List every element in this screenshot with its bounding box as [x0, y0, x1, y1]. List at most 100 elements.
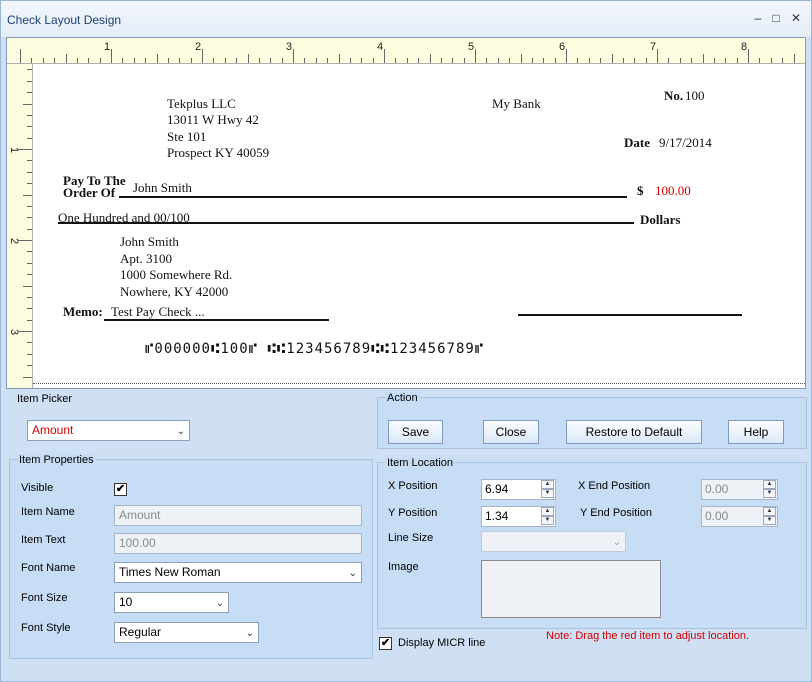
ruler-tick [27, 319, 32, 321]
ruler-tick [42, 58, 44, 63]
memo-label[interactable]: Memo: [63, 304, 103, 320]
ruler-tick [566, 49, 567, 63]
ruler-tick [270, 58, 272, 63]
item-text-label: Item Text [21, 534, 66, 546]
spin-up-icon[interactable]: ▲ [763, 480, 776, 489]
y-end-position-input[interactable]: 0.00 ▲ ▼ [701, 506, 778, 527]
ruler-tick [782, 58, 784, 63]
help-button[interactable]: Help [728, 420, 784, 444]
bank-name[interactable]: My Bank [492, 96, 541, 112]
ruler-label: 6 [559, 41, 566, 53]
item-name-field[interactable]: Amount [114, 505, 362, 526]
spin-down-icon[interactable]: ▼ [763, 489, 776, 498]
check-number-value[interactable]: 100 [685, 88, 705, 104]
ruler-label: 5 [468, 41, 475, 53]
ruler-tick [27, 137, 32, 139]
ruler-tick [372, 58, 374, 63]
minimize-icon[interactable]: – [749, 9, 767, 27]
ruler-tick [23, 376, 32, 378]
ruler-tick [111, 49, 112, 63]
spin-down-icon[interactable]: ▼ [541, 516, 554, 525]
memo-value[interactable]: Test Pay Check ... [111, 304, 205, 320]
ruler-tick [133, 58, 135, 63]
ruler-tick [531, 58, 533, 63]
ruler-tick [27, 353, 32, 355]
ruler-tick [497, 58, 499, 63]
font-size-label: Font Size [21, 592, 68, 604]
font-style-label: Font Style [21, 622, 71, 634]
amount-value[interactable]: 100.00 [655, 183, 691, 199]
y-position-input[interactable]: 1.34 ▲ ▼ [481, 506, 556, 527]
ruler-tick [622, 58, 624, 63]
font-name-select[interactable]: Times New Roman ⌄ [114, 562, 362, 583]
y-position-value: 1.34 [485, 509, 509, 523]
ruler-tick [145, 58, 147, 63]
ruler-tick [213, 58, 215, 63]
ruler-tick [486, 58, 488, 63]
check-number-label[interactable]: No. [664, 88, 683, 104]
image-label: Image [388, 561, 419, 573]
spin-up-icon[interactable]: ▲ [763, 507, 776, 516]
check-layout-window: Check Layout Design – □ ✕ 1 2 3 4 5 6 7 … [0, 0, 812, 682]
company-address-line[interactable]: 13011 W Hwy 42 [167, 112, 259, 128]
check-design-canvas[interactable]: 1 2 3 4 5 6 7 8 1 2 3 Tekplus LLC 13011 … [6, 37, 806, 389]
ruler-tick [27, 308, 32, 310]
ruler-tick [793, 54, 795, 63]
date-value[interactable]: 9/17/2014 [659, 135, 712, 151]
dollar-sign[interactable]: $ [637, 183, 644, 199]
signature-line[interactable] [518, 314, 742, 316]
close-button[interactable]: Close [483, 420, 539, 444]
item-picker-select[interactable]: Amount ⌄ [27, 420, 190, 441]
payee-address-line[interactable]: 1000 Somewhere Rd. [120, 267, 232, 283]
ruler-label: 2 [8, 237, 21, 245]
restore-default-button[interactable]: Restore to Default [566, 420, 702, 444]
ruler-label: 3 [8, 328, 21, 336]
spin-up-icon[interactable]: ▲ [541, 480, 554, 489]
company-address-line[interactable]: Prospect KY 40059 [167, 145, 269, 161]
ruler-tick [27, 365, 32, 367]
close-icon[interactable]: ✕ [787, 9, 805, 27]
ruler-tick [509, 58, 511, 63]
amount-words-underline [58, 222, 634, 224]
payee-address-line[interactable]: Apt. 3100 [120, 251, 172, 267]
x-position-input[interactable]: 6.94 ▲ ▼ [481, 479, 556, 500]
chevron-down-icon: ⌄ [612, 537, 621, 548]
check-bottom-edge [33, 383, 805, 384]
spin-down-icon[interactable]: ▼ [541, 489, 554, 498]
dollars-label[interactable]: Dollars [640, 212, 680, 228]
x-end-position-input[interactable]: 0.00 ▲ ▼ [701, 479, 778, 500]
ruler-tick [88, 58, 90, 63]
spin-up-icon[interactable]: ▲ [541, 507, 554, 516]
maximize-icon[interactable]: □ [767, 9, 785, 27]
x-end-position-value: 0.00 [705, 482, 729, 496]
line-size-select[interactable]: ⌄ [481, 531, 626, 552]
visible-checkbox[interactable]: ✔ [114, 483, 127, 496]
item-text-field[interactable]: 100.00 [114, 533, 362, 554]
order-of-label[interactable]: Order Of [63, 186, 115, 199]
ruler-tick [736, 58, 738, 63]
image-box[interactable] [481, 560, 661, 618]
ruler-tick [27, 183, 32, 185]
payee-address-line[interactable]: John Smith [120, 234, 179, 250]
micr-line[interactable]: ⑈000000⑆100⑈ ⑆⑆123456789⑆⑆123456789⑈ [145, 341, 484, 357]
save-button[interactable]: Save [388, 420, 443, 444]
display-micr-label[interactable]: Display MICR line [398, 637, 485, 649]
spin-down-icon[interactable]: ▼ [763, 516, 776, 525]
ruler-tick [27, 126, 32, 128]
ruler-tick [600, 58, 602, 63]
ruler-tick [349, 58, 351, 63]
vertical-ruler: 1 2 3 [7, 64, 33, 388]
ruler-tick [18, 149, 32, 150]
company-name[interactable]: Tekplus LLC [167, 96, 236, 112]
chevron-down-icon: ⌄ [215, 598, 224, 609]
font-name-label: Font Name [21, 562, 76, 574]
display-micr-checkbox[interactable]: ✔ [379, 637, 392, 650]
font-style-select[interactable]: Regular ⌄ [114, 622, 259, 643]
ruler-tick [27, 80, 32, 82]
payee-address-line[interactable]: Nowhere, KY 42000 [120, 284, 228, 300]
font-size-select[interactable]: 10 ⌄ [114, 592, 229, 613]
payee-name[interactable]: John Smith [133, 180, 192, 196]
ruler-tick [27, 69, 32, 71]
date-label[interactable]: Date [624, 135, 650, 151]
company-address-line[interactable]: Ste 101 [167, 129, 206, 145]
